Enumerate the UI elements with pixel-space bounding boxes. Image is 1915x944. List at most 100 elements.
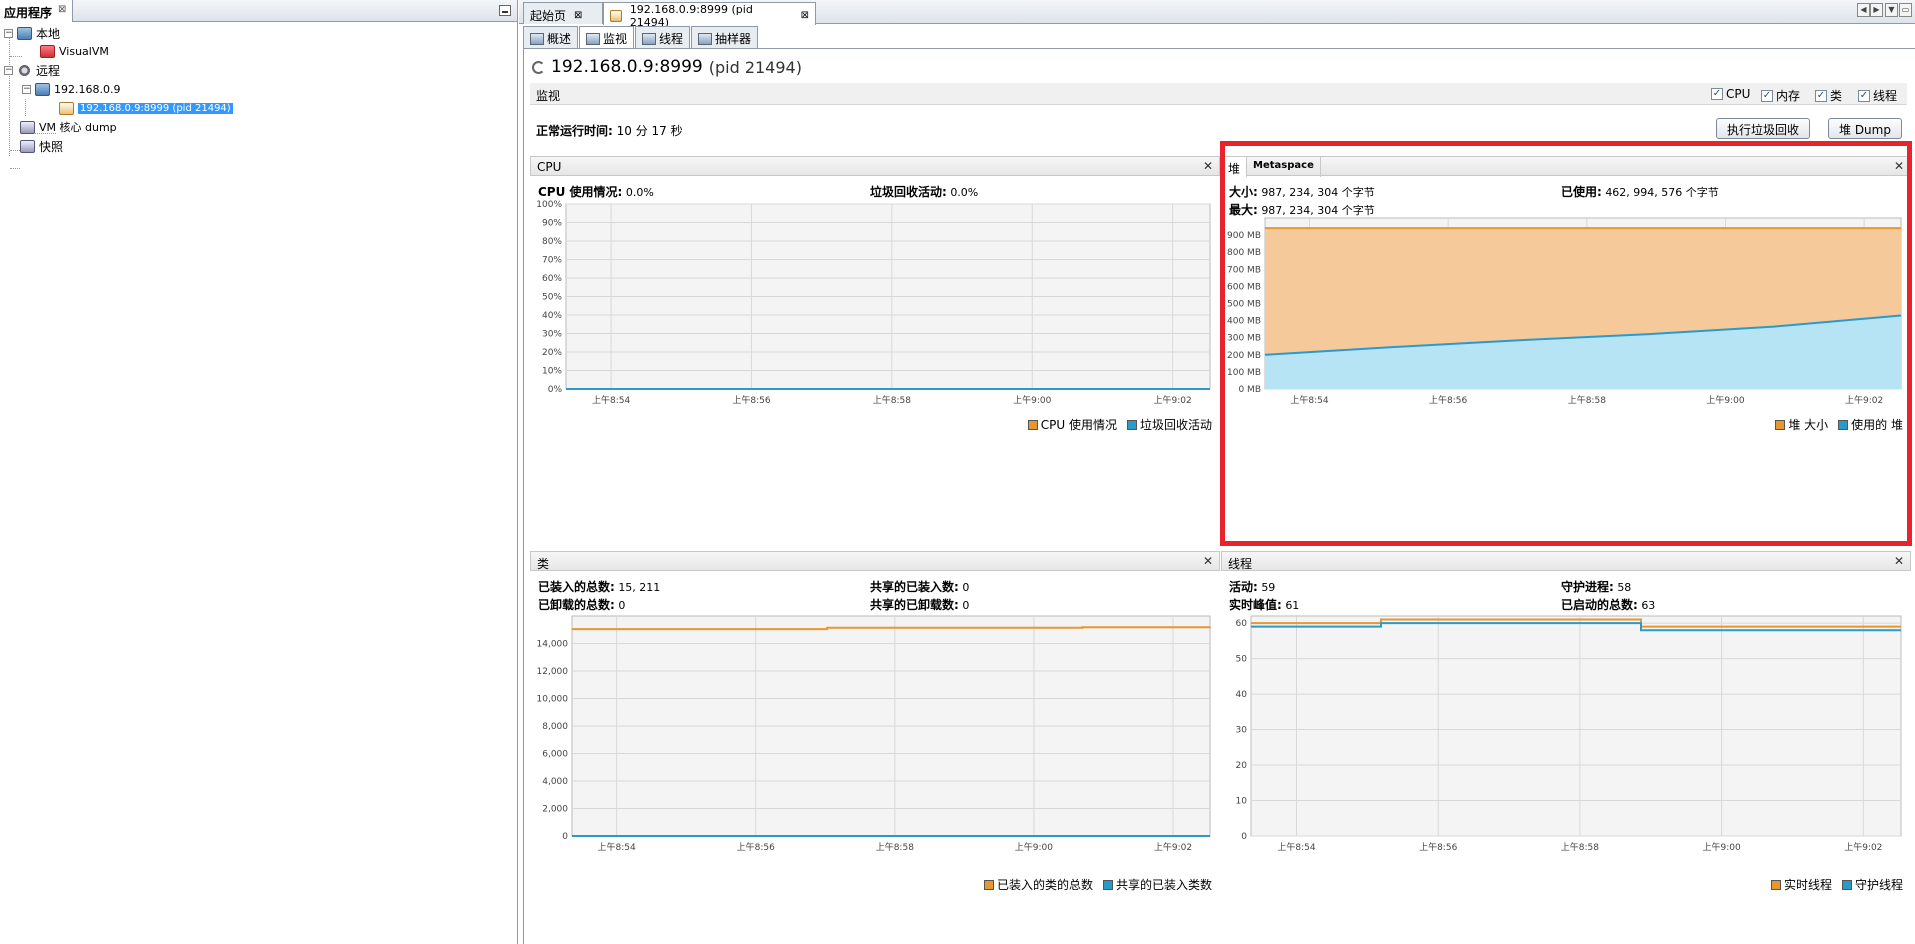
heap-legend: 堆 大小 使用的 堆 (1775, 416, 1903, 433)
tree-node-local[interactable]: − 本地 (4, 24, 60, 42)
x-tick-label: 上午9:02 (1154, 394, 1192, 406)
x-tick-label: 上午8:56 (737, 841, 775, 853)
network-icon (17, 63, 32, 77)
tab-threads[interactable]: 线程 (635, 26, 691, 48)
plot-area (1250, 615, 1902, 837)
threads-legend: 实时线程 守护线程 (1770, 876, 1903, 893)
tab-monitor[interactable]: 监视 (579, 26, 635, 48)
tab-label: 线程 (659, 32, 684, 46)
checkbox-label: 内存 (1776, 89, 1801, 103)
x-tick-label: 上午9:00 (1015, 841, 1053, 853)
legend-item: 堆 大小 (1775, 416, 1828, 433)
checkbox-memory[interactable]: ✓ 内存 (1761, 87, 1800, 104)
scroll-left-icon[interactable]: ◀ (1857, 3, 1870, 17)
perform-gc-button[interactable]: 执行垃圾回收 (1716, 118, 1811, 139)
legend-item: 守护线程 (1841, 876, 1903, 893)
classes-legend: 已装入的类的总数 共享的已装入类数 (983, 876, 1212, 893)
checkbox-classes[interactable]: ✓ 类 (1815, 87, 1842, 104)
y-tick-label: 0 MB (1238, 385, 1261, 395)
y-tick-label: 2,000 (542, 805, 568, 815)
heap-dump-button[interactable]: 堆 Dump (1828, 118, 1902, 139)
y-tick-label: 40% (542, 311, 562, 321)
threads-chart: 0 10 20 30 40 50 60 上午8:54 上午8:56 上午8:58 上午9:00 上午9… (1236, 615, 1902, 853)
applications-tab[interactable]: 应用程序 ⊠ (0, 0, 74, 22)
snapshot-icon (20, 139, 35, 153)
tree-node-label: 快照 (39, 139, 64, 154)
monitor-icon (586, 32, 601, 45)
legend-label: 使用的 堆 (1851, 418, 1903, 432)
tree-node-coredump[interactable]: VM 核心 dump (20, 118, 117, 136)
threads-panel: 线程 ✕ 活动: 59 实时峰值: 61 守护进程: 58 已启动的总数: 63 … (1221, 551, 1911, 893)
collapse-icon[interactable]: − (4, 28, 13, 38)
y-tick-label: 80% (542, 237, 562, 247)
legend-swatch (1770, 879, 1781, 890)
visualvm-icon (40, 44, 55, 58)
tree-node-snapshot[interactable]: 快照 (20, 137, 63, 155)
y-tick-label: 4,000 (542, 777, 568, 787)
x-tick-label: 上午9:02 (1844, 841, 1882, 853)
sampler-icon (698, 32, 713, 45)
tree-node-label: 192.168.0.9:8999 (pid 21494) (78, 102, 233, 114)
cpu-panel: CPU ✕ CPU 使用情况: 0.0% 垃圾回收活动: 0.0% 0% 10% 20… (530, 156, 1220, 434)
x-tick-label: 上午8:54 (592, 394, 630, 406)
legend-label: 共享的已装入类数 (1115, 878, 1212, 892)
scroll-right-icon[interactable]: ▶ (1870, 3, 1883, 17)
applications-tab-bar: 应用程序 ⊠ (0, 0, 517, 22)
tab-label: 概述 (547, 32, 572, 46)
legend-swatch (1126, 419, 1137, 430)
view-tabs: 概述 监视 线程 抽样器 (523, 26, 759, 48)
heap-chart: 0 MB 100 MB 200 MB 300 MB 400 MB 500 MB 600 MB… (1227, 217, 1902, 406)
tab-overview[interactable]: 概述 (523, 26, 579, 48)
document-area: 起始页 ⊠ 192.168.0.9:8999 (pid 21494) ⊠ ◀ ▶ ▼… (519, 0, 1915, 944)
collapse-icon[interactable]: − (22, 84, 31, 94)
y-tick-label: 8,000 (542, 722, 568, 732)
checkbox-threads[interactable]: ✓ 线程 (1858, 87, 1897, 104)
y-tick-label: 100% (536, 200, 562, 210)
tab-start-page[interactable]: 起始页 ⊠ (523, 2, 603, 24)
close-icon[interactable]: ⊠ (58, 4, 66, 22)
checkbox-label: 类 (1830, 89, 1843, 103)
x-tick-label: 上午8:58 (1561, 841, 1599, 853)
app-pid: (pid 21494) (708, 57, 802, 77)
tab-list-icon[interactable]: ▼ (1885, 3, 1898, 17)
classes-panel: 类 ✕ 已装入的总数: 15, 211 已卸载的总数: 0 共享的已装入数: 0 … (530, 551, 1220, 893)
host-icon (35, 82, 50, 96)
tab-label: 抽样器 (715, 32, 752, 46)
tree-node-visualvm[interactable]: VisualVM (40, 42, 109, 60)
y-tick-label: 100 MB (1227, 368, 1261, 378)
checkbox-icon[interactable]: ✓ (1711, 88, 1723, 100)
threads-icon (642, 32, 657, 45)
close-icon[interactable]: ⊠ (801, 10, 809, 21)
y-tick-label: 0% (548, 385, 563, 395)
tree-node-java-app[interactable]: 192.168.0.9:8999 (pid 21494) (59, 99, 233, 117)
tree-node-host[interactable]: − 192.168.0.9 (22, 80, 120, 98)
checkbox-icon[interactable]: ✓ (1858, 89, 1870, 102)
tab-sampler[interactable]: 抽样器 (691, 26, 759, 48)
tab-app[interactable]: 192.168.0.9:8999 (pid 21494) ⊠ (603, 2, 816, 29)
checkbox-cpu[interactable]: ✓ CPU (1711, 87, 1750, 101)
checkbox-icon[interactable]: ✓ (1761, 89, 1773, 102)
x-tick-label: 上午9:00 (1702, 841, 1740, 853)
computer-icon (17, 26, 32, 40)
y-tick-label: 14,000 (537, 640, 569, 650)
close-icon[interactable]: ⊠ (574, 10, 582, 21)
app-address: 192.168.0.9:8999 (551, 57, 703, 77)
overview-icon (530, 32, 544, 45)
legend-label: 已装入的类的总数 (996, 878, 1093, 892)
y-tick-label: 60% (542, 274, 562, 284)
heap-panel: 堆 Metaspace ✕ 大小: 987, 234, 304 个字节 最大: 9… (1221, 156, 1911, 434)
x-tick-label: 上午8:54 (1277, 841, 1315, 853)
tree-node-label: 192.168.0.9 (54, 82, 121, 96)
tree-node-label: VM 核心 dump (39, 121, 117, 134)
y-tick-label: 500 MB (1227, 300, 1261, 310)
tree-node-remote[interactable]: − 远程 (4, 61, 60, 79)
y-tick-label: 400 MB (1227, 317, 1261, 327)
y-tick-label: 6,000 (542, 750, 568, 760)
page-title: 192.168.0.9:8999 (pid 21494) (532, 57, 802, 77)
x-tick-label: 上午8:56 (732, 394, 770, 406)
minimize-icon[interactable] (499, 5, 511, 16)
maximize-icon[interactable]: ▭ (1899, 3, 1912, 17)
tab-label: 192.168.0.9:8999 (pid 21494) (629, 2, 753, 29)
collapse-icon[interactable]: − (4, 65, 13, 75)
checkbox-icon[interactable]: ✓ (1815, 89, 1827, 102)
